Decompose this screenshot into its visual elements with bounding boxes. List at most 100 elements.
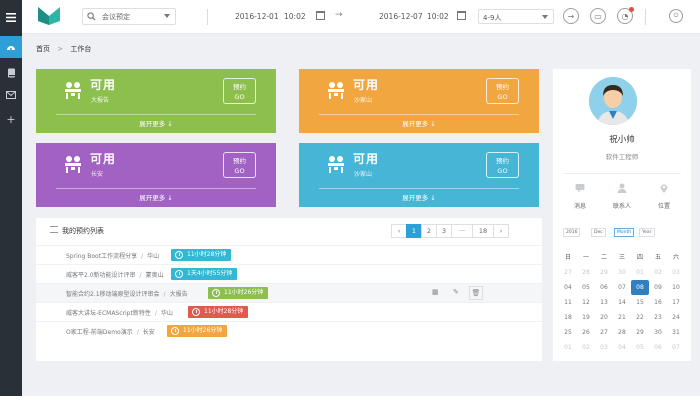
countdown-text: 1天4小时55分钟	[187, 270, 233, 277]
reserve-go-button[interactable]: 预约 GO	[486, 152, 519, 178]
calendar-day[interactable]: 22	[631, 310, 649, 325]
list-item[interactable]: 威客大讲坛-ECMAScript新特性 / 华山 11小时28分钟	[36, 302, 542, 321]
calendar-day[interactable]: 16	[649, 295, 667, 310]
calendar-day[interactable]: 27	[559, 265, 577, 280]
calendar-day[interactable]: 06	[649, 340, 667, 355]
calendar-day[interactable]: 03	[595, 340, 613, 355]
calendar-day[interactable]: 04	[559, 280, 577, 295]
message-icon[interactable]: ▭	[590, 8, 606, 24]
list-item[interactable]: 威客平2.0新功能设计评审 / 蒙奥山 1天4小时55分钟	[36, 264, 542, 283]
month-select[interactable]: Dec	[591, 228, 606, 237]
calendar-day[interactable]: 03	[667, 265, 685, 280]
people-select[interactable]: 4-9人	[478, 9, 554, 24]
room-tile[interactable]: 可用 沙家山 预约 GO 展开更多 ↓	[299, 143, 539, 207]
profile-title: 软件工程师	[605, 153, 639, 161]
expand-more-link[interactable]: 展开更多 ↓	[36, 118, 276, 128]
search-select[interactable]: 会议预定	[82, 8, 176, 25]
list-item[interactable]: 智能合约2.1移动端原型设计评审会 / 大报告 11小时26分钟 ▦ ✎ 🗑	[36, 283, 542, 302]
go-label-top: 预约	[233, 83, 246, 91]
calendar-day[interactable]: 17	[667, 295, 685, 310]
stat-contacts[interactable]: 联系人	[604, 183, 640, 210]
page-next[interactable]: ›	[493, 224, 509, 238]
calendar-day[interactable]: 19	[577, 310, 595, 325]
calendar-day[interactable]: 02	[577, 340, 595, 355]
calendar-day[interactable]: 05	[577, 280, 595, 295]
calendar-day[interactable]: 07	[667, 340, 685, 355]
power-icon[interactable]: ⏻	[669, 9, 683, 23]
calendar-day[interactable]: 07	[613, 280, 631, 295]
calendar-day[interactable]: 05	[631, 340, 649, 355]
calendar-day[interactable]: 25	[559, 325, 577, 340]
stat-location[interactable]: 位置	[646, 183, 682, 210]
page-1[interactable]: 1	[406, 224, 422, 238]
divider	[207, 9, 208, 25]
calendar-icon[interactable]	[457, 11, 466, 20]
calendar-day[interactable]: 28	[613, 325, 631, 340]
calendar-day[interactable]: 14	[613, 295, 631, 310]
calendar-day[interactable]: 31	[667, 325, 685, 340]
year-select[interactable]: 2016	[563, 228, 581, 237]
calendar-day[interactable]: 15	[631, 295, 649, 310]
list-item-text: 威客平2.0新功能设计评审 / 蒙奥山	[66, 272, 164, 279]
end-date[interactable]: 2016-12-07	[379, 12, 423, 21]
calendar-day[interactable]: 02	[649, 265, 667, 280]
calendar-day[interactable]: 26	[577, 325, 595, 340]
room-tile[interactable]: 可用 沙家山 预约 GO 展开更多 ↓	[299, 69, 539, 133]
room-tile[interactable]: 可用 大报告 预约 GO 展开更多 ↓	[36, 69, 276, 133]
room-tile[interactable]: 可用 长安 预约 GO 展开更多 ↓	[36, 143, 276, 207]
end-time[interactable]: 10:02	[427, 12, 449, 21]
calendar-day[interactable]: 29	[631, 325, 649, 340]
calendar-day[interactable]: 29	[595, 265, 613, 280]
start-date[interactable]: 2016-12-01	[235, 12, 279, 21]
start-time[interactable]: 10:02	[284, 12, 306, 21]
expand-more-link[interactable]: 展开更多 ↓	[299, 192, 539, 202]
list-item[interactable]: Spring Boot工作流程分享 / 华山 11小时28分钟	[36, 245, 542, 264]
calendar-day[interactable]: 12	[577, 295, 595, 310]
calendar-day[interactable]: 18	[559, 310, 577, 325]
calendar-day-selected[interactable]: 08	[631, 280, 649, 295]
notification-icon[interactable]: ◔	[617, 7, 634, 24]
calendar-day[interactable]: 21	[613, 310, 631, 325]
calendar-day[interactable]: 13	[595, 295, 613, 310]
calendar-day[interactable]: 24	[667, 310, 685, 325]
calendar-icon[interactable]: ▦	[432, 288, 439, 296]
calendar-day[interactable]: 23	[649, 310, 667, 325]
page-18[interactable]: 18	[472, 224, 494, 238]
calendar-day[interactable]: 27	[595, 325, 613, 340]
calendar-icon[interactable]	[316, 11, 325, 20]
calendar-day[interactable]: 30	[613, 265, 631, 280]
add-icon[interactable]: +	[0, 108, 22, 130]
breadcrumb-home[interactable]: 首页	[36, 45, 50, 53]
book-icon[interactable]	[0, 62, 22, 84]
calendar-day[interactable]: 10	[667, 280, 685, 295]
calendar-day[interactable]: 11	[559, 295, 577, 310]
calendar-day[interactable]: 06	[595, 280, 613, 295]
month-view-toggle[interactable]: Month	[614, 228, 635, 237]
list-item[interactable]: O家工程-前端Demo演示 / 长安 11小时26分钟	[36, 321, 542, 340]
reserve-go-button[interactable]: 预约 GO	[223, 78, 256, 104]
delete-icon[interactable]: 🗑	[469, 286, 483, 300]
year-view-toggle[interactable]: Year	[639, 228, 655, 237]
go-arrow-icon[interactable]: →	[563, 8, 579, 24]
expand-more-link[interactable]: 展开更多 ↓	[36, 192, 276, 202]
calendar-day[interactable]: 01	[559, 340, 577, 355]
edit-icon[interactable]: ✎	[453, 288, 459, 296]
calendar-day[interactable]: 09	[649, 280, 667, 295]
menu-icon[interactable]	[0, 6, 22, 28]
avatar[interactable]	[589, 77, 637, 125]
calendar-day[interactable]: 20	[595, 310, 613, 325]
page-3[interactable]: 3	[436, 224, 452, 238]
dashboard-icon[interactable]	[0, 36, 22, 58]
reserve-go-button[interactable]: 预约 GO	[486, 78, 519, 104]
mail-icon[interactable]	[0, 84, 22, 106]
arrow-right-icon: →	[335, 10, 343, 20]
expand-more-link[interactable]: 展开更多 ↓	[299, 118, 539, 128]
calendar-day[interactable]: 28	[577, 265, 595, 280]
calendar-day[interactable]: 30	[649, 325, 667, 340]
stat-messages[interactable]: 消息	[562, 183, 598, 210]
page-prev[interactable]: ‹	[391, 224, 407, 238]
reserve-go-button[interactable]: 预约 GO	[223, 152, 256, 178]
calendar-day[interactable]: 04	[613, 340, 631, 355]
calendar-day[interactable]: 01	[631, 265, 649, 280]
page-2[interactable]: 2	[421, 224, 437, 238]
